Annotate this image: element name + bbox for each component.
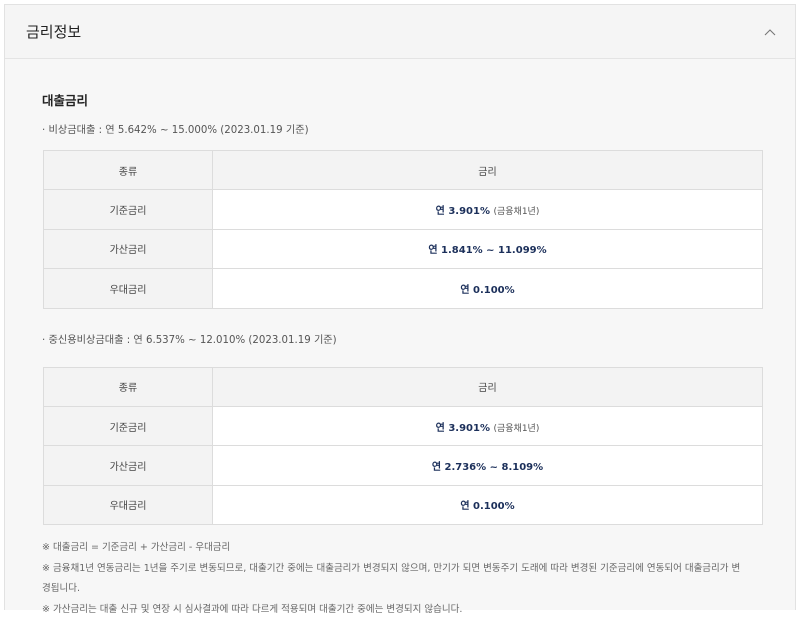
row-value-cell: 연 0.100% [212, 268, 763, 309]
rate-value: 연 3.901% [435, 422, 490, 434]
row-value-cell: 연 3.901% (금융채1년) [212, 189, 763, 230]
footnotes: ※ 대출금리 = 기준금리 + 가산금리 - 우대금리 ※ 금융채1년 연동금리… [42, 538, 761, 620]
footnote: ※ 금융채1년 연동금리는 1년을 주기로 변동되므로, 대출기간 중에는 대출… [42, 562, 741, 574]
column-header-rate: 금리 [212, 366, 763, 407]
row-label: 가산금리 [43, 445, 213, 486]
row-value-cell: 연 1.841% ~ 11.099% [212, 228, 763, 270]
column-header-rate: 금리 [212, 149, 763, 191]
table-row: 가산금리 연 1.841% ~ 11.099% [43, 228, 763, 270]
rate-value: 연 0.100% [460, 284, 515, 296]
rate-value: 연 2.736% ~ 8.109% [431, 462, 544, 474]
column-header-type: 종류 [43, 149, 213, 191]
footnote: 경됩니다. [42, 583, 80, 595]
rate-table: 종류 금리 기준금리 연 3.901% (금융채1년) 가산금리 연 1.841… [43, 149, 763, 309]
row-label: 기준금리 [43, 189, 213, 230]
table-row: 우대금리 연 0.100% [43, 484, 763, 526]
section-title: 대출금리 [42, 93, 89, 108]
table-row: 기준금리 연 3.901% (금융채1년) [43, 405, 763, 447]
row-label: 기준금리 [43, 405, 213, 447]
rate-note: (금융채1년) [493, 423, 540, 434]
table-header-row: 종류 금리 [43, 366, 763, 407]
table-row: 기준금리 연 3.901% (금융채1년) [43, 189, 763, 230]
chevron-up-icon[interactable] [763, 25, 777, 39]
footnote: ※ 대출금리 = 기준금리 + 가산금리 - 우대금리 [42, 542, 231, 554]
table-row: 우대금리 연 0.100% [43, 268, 763, 309]
row-value-cell: 연 2.736% ~ 8.109% [212, 445, 763, 486]
panel-body: 대출금리 · 비상금대출 : 연 5.642% ~ 15.000% (2023.… [5, 59, 795, 620]
row-label: 가산금리 [43, 228, 213, 270]
rate-value: 연 0.100% [460, 501, 515, 513]
product-heading: · 비상금대출 : 연 5.642% ~ 15.000% (2023.01.19… [42, 125, 309, 136]
row-label: 우대금리 [43, 268, 213, 309]
rate-note: (금융채1년) [493, 207, 540, 218]
rate-value: 연 1.841% ~ 11.099% [428, 245, 547, 257]
rate-value: 연 3.901% [435, 206, 490, 218]
panel-header[interactable]: 금리정보 [5, 5, 795, 59]
row-label: 우대금리 [43, 484, 213, 526]
product-heading: · 중신용비상금대출 : 연 6.537% ~ 12.010% (2023.01… [42, 334, 337, 346]
rate-table: 종류 금리 기준금리 연 3.901% (금융채1년) 가산금리 연 2.736… [43, 366, 763, 526]
rate-info-panel: 금리정보 대출금리 · 비상금대출 : 연 5.642% ~ 15.000% (… [4, 4, 796, 615]
table-row: 가산금리 연 2.736% ~ 8.109% [43, 445, 763, 486]
column-header-type: 종류 [43, 366, 213, 407]
panel-title: 금리정보 [26, 23, 82, 41]
table-header-row: 종류 금리 [43, 149, 763, 191]
row-value-cell: 연 3.901% (금융채1년) [212, 405, 763, 447]
row-value-cell: 연 0.100% [212, 484, 763, 526]
